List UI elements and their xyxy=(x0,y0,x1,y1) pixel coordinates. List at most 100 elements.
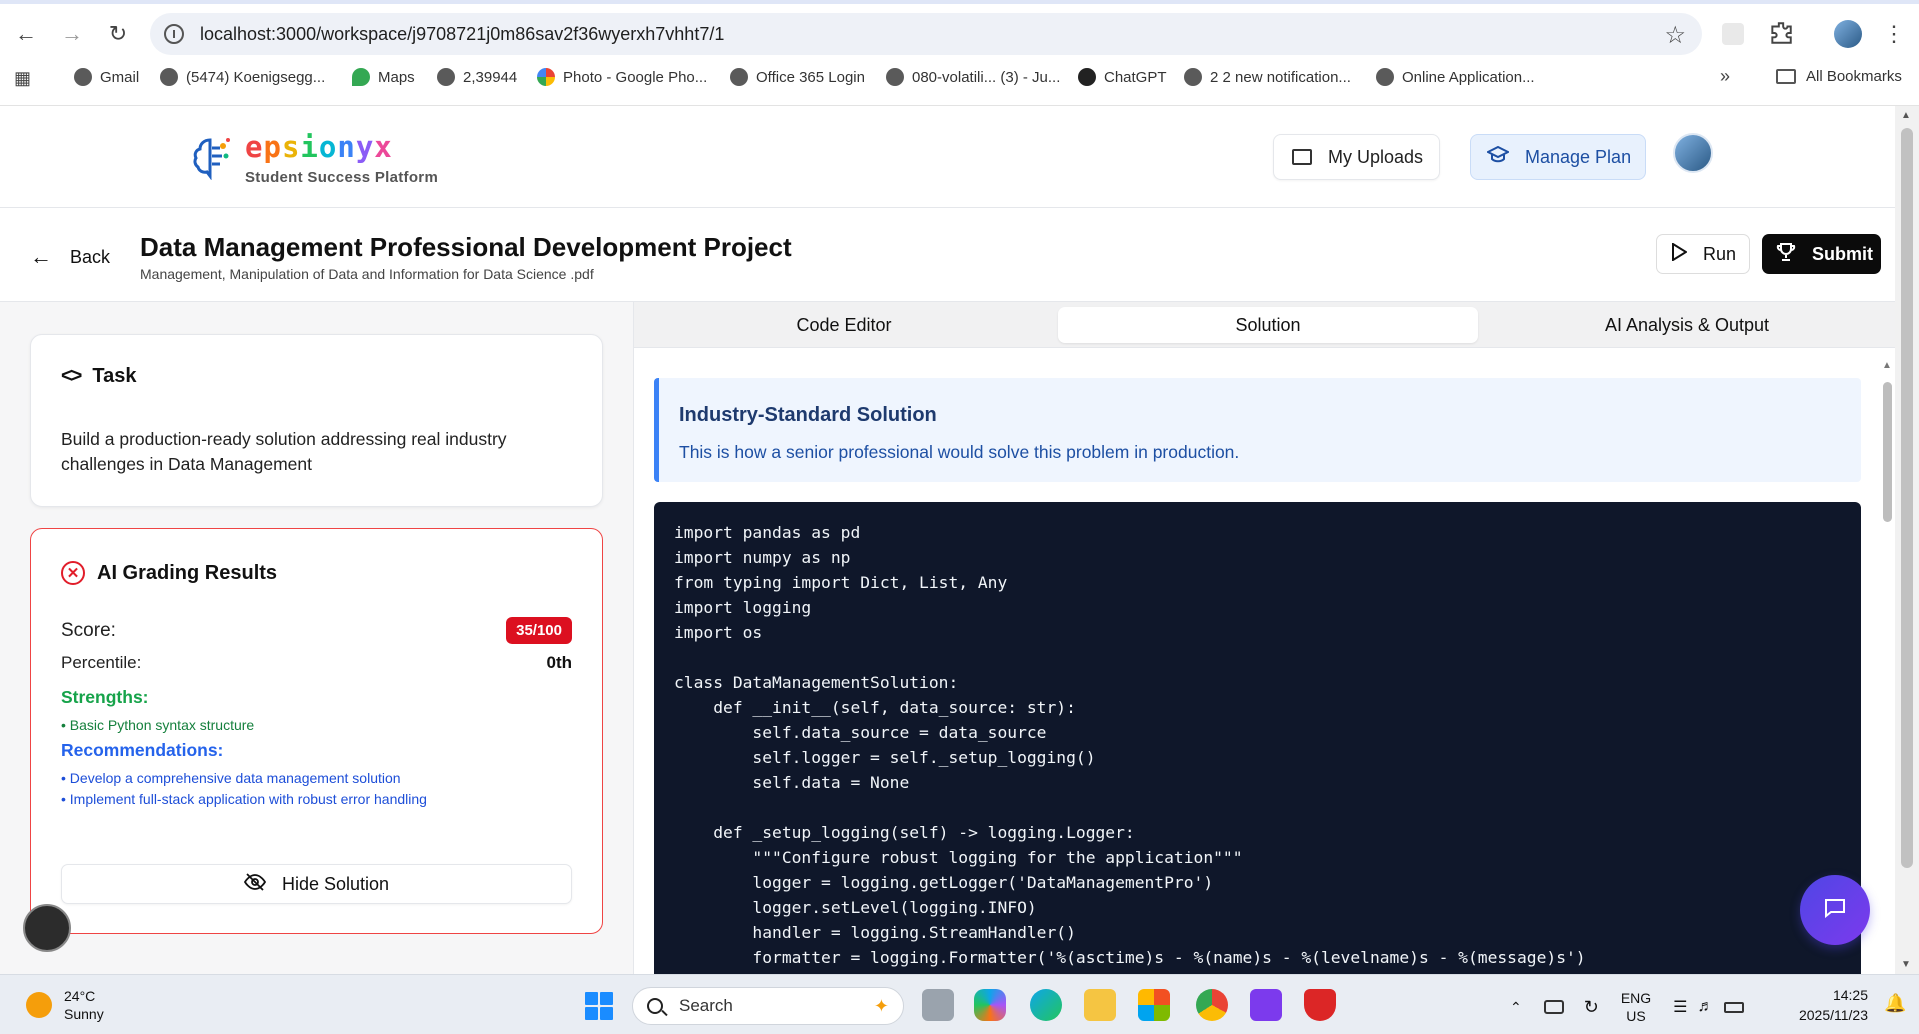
weather-widget[interactable]: 24°C Sunny xyxy=(26,987,104,1023)
globe-icon xyxy=(1184,68,1202,86)
bookmark-item[interactable]: (5474) Koenigsegg... xyxy=(160,68,325,86)
tab-solution[interactable]: Solution xyxy=(1058,307,1478,343)
copilot-icon[interactable] xyxy=(974,989,1006,1021)
back-arrow-icon[interactable]: ← xyxy=(10,18,42,50)
volume-icon[interactable]: ♬ xyxy=(1698,998,1714,1016)
apps-grid-icon[interactable]: ▦ xyxy=(14,68,31,89)
bookmark-item[interactable]: 080-volatili... (3) - Ju... xyxy=(886,68,1060,86)
sync-icon[interactable]: ↻ xyxy=(1584,997,1599,1018)
task-card: <> Task Build a production-ready solutio… xyxy=(30,334,603,507)
url-text[interactable]: localhost:3000/workspace/j9708721j0m86sa… xyxy=(200,24,724,45)
forward-arrow-icon[interactable]: → xyxy=(56,18,88,50)
language-indicator[interactable]: ENG US xyxy=(1621,989,1651,1025)
submit-button[interactable]: Submit xyxy=(1762,234,1881,274)
percentile-label: Percentile: xyxy=(61,653,142,672)
hide-solution-button[interactable]: Hide Solution xyxy=(61,864,572,904)
page-scrollbar[interactable]: ▲ ▼ xyxy=(1895,106,1919,974)
eye-off-icon xyxy=(243,872,266,896)
bookmark-label: ChatGPT xyxy=(1104,68,1167,86)
store-icon[interactable] xyxy=(1138,989,1170,1021)
task-heading: Task xyxy=(92,365,137,387)
app-tray-icon[interactable] xyxy=(1543,1000,1564,1014)
bookmark-label: Maps xyxy=(378,68,415,86)
extensions-puzzle-icon[interactable] xyxy=(1768,20,1796,48)
weather-desc: Sunny xyxy=(64,1006,104,1022)
edge-icon[interactable] xyxy=(1030,989,1062,1021)
score-badge: 35/100 xyxy=(506,617,572,644)
percentile-value: 0th xyxy=(546,653,573,672)
file-explorer-icon[interactable] xyxy=(1084,989,1116,1021)
chat-button[interactable] xyxy=(1800,875,1870,945)
chevron-up-icon[interactable]: ⌃ xyxy=(1510,999,1522,1016)
grading-results-card: ✕ AI Grading Results Score: 35/100 Perce… xyxy=(30,528,603,934)
taskbar-search[interactable]: Search ✦ xyxy=(632,987,904,1025)
extension-placeholder-icon[interactable] xyxy=(1722,23,1744,45)
solution-heading: Industry-Standard Solution xyxy=(679,404,937,426)
folder-icon xyxy=(1292,149,1312,165)
content-scrollbar[interactable]: ▲ xyxy=(1880,360,1894,970)
profile-avatar-icon[interactable] xyxy=(1834,20,1862,48)
page-subtitle: Management, Manipulation of Data and Inf… xyxy=(140,266,594,282)
bookmark-item[interactable]: Maps xyxy=(352,68,415,86)
bookmark-item[interactable]: 2,39944 xyxy=(437,68,517,86)
grading-header: ✕ AI Grading Results xyxy=(61,561,277,585)
run-label: Run xyxy=(1703,243,1737,264)
bookmark-label: 2 2 new notification... xyxy=(1210,68,1351,86)
submit-label: Submit xyxy=(1812,243,1873,264)
bookmark-star-icon[interactable]: ☆ xyxy=(1664,21,1686,50)
scrollbar-thumb[interactable] xyxy=(1883,382,1892,522)
globe-icon xyxy=(74,68,92,86)
clock-date: 2025/11/23 xyxy=(1798,1007,1868,1023)
solution-code[interactable]: import pandas as pd import numpy as np f… xyxy=(674,520,1841,970)
more-bookmarks-icon[interactable]: » xyxy=(1720,66,1730,87)
tab-ai-analysis[interactable]: AI Analysis & Output xyxy=(1477,307,1895,343)
address-bar[interactable]: localhost:3000/workspace/j9708721j0m86sa… xyxy=(150,13,1702,55)
globe-icon xyxy=(160,68,178,86)
wifi-icon[interactable]: ☰ xyxy=(1673,997,1687,1017)
shield-app-icon[interactable] xyxy=(1304,989,1336,1021)
tab-code-editor[interactable]: Code Editor xyxy=(634,307,1054,343)
brain-logo-icon[interactable] xyxy=(190,132,234,181)
chatgpt-icon xyxy=(1078,68,1096,86)
globe-icon xyxy=(1376,68,1394,86)
browser-menu-icon[interactable]: ⋮ xyxy=(1880,20,1908,48)
task-view-icon[interactable] xyxy=(922,989,954,1021)
manage-plan-button[interactable]: Manage Plan xyxy=(1470,134,1646,180)
logo-wordmark[interactable]: epsionyx xyxy=(245,130,393,164)
windows-start-icon[interactable] xyxy=(585,992,613,1020)
scroll-up-arrow-icon[interactable]: ▲ xyxy=(1882,360,1892,371)
bookmark-item[interactable]: Office 365 Login xyxy=(730,68,865,86)
app-purple-icon[interactable] xyxy=(1250,989,1282,1021)
globe-icon xyxy=(730,68,748,86)
score-row: Score: 35/100 xyxy=(61,617,572,644)
scrollbar-thumb[interactable] xyxy=(1901,128,1913,868)
bookmark-item[interactable]: Online Application... xyxy=(1376,68,1535,86)
manage-plan-label: Manage Plan xyxy=(1525,146,1632,167)
bookmark-item[interactable]: 2 2 new notification... xyxy=(1184,68,1351,86)
back-button[interactable]: ← Back xyxy=(30,244,110,270)
site-info-icon[interactable] xyxy=(164,24,184,44)
my-uploads-button[interactable]: My Uploads xyxy=(1273,134,1440,180)
battery-icon[interactable] xyxy=(1723,1001,1744,1013)
system-clock[interactable]: 14:25 2025/11/23 xyxy=(1780,985,1868,1025)
project-title-bar: ← Back Data Management Professional Deve… xyxy=(0,208,1895,302)
percentile-row: Percentile: 0th xyxy=(61,653,572,673)
scroll-up-arrow-icon[interactable]: ▲ xyxy=(1901,110,1911,121)
bookmark-item[interactable]: ChatGPT xyxy=(1078,68,1167,86)
arrow-left-icon: ← xyxy=(30,244,52,269)
notification-bell-icon[interactable]: 🔔 xyxy=(1884,993,1906,1014)
bookmark-item[interactable]: Photo - Google Pho... xyxy=(537,68,707,86)
play-icon xyxy=(1671,241,1688,266)
floating-widget-button[interactable] xyxy=(23,904,71,952)
hide-solution-label: Hide Solution xyxy=(281,873,390,894)
reload-icon[interactable]: ↻ xyxy=(102,18,134,50)
run-button[interactable]: Run xyxy=(1656,234,1750,274)
all-bookmarks[interactable]: All Bookmarks xyxy=(1776,68,1902,85)
recommendations-heading: Recommendations: xyxy=(61,740,224,760)
search-icon xyxy=(647,998,663,1014)
user-avatar[interactable] xyxy=(1673,133,1713,173)
bookmark-item[interactable]: Gmail xyxy=(74,68,139,86)
scroll-down-arrow-icon[interactable]: ▼ xyxy=(1901,959,1911,970)
chrome-icon[interactable] xyxy=(1196,989,1228,1021)
solution-code-block[interactable]: import pandas as pd import numpy as np f… xyxy=(654,502,1861,974)
